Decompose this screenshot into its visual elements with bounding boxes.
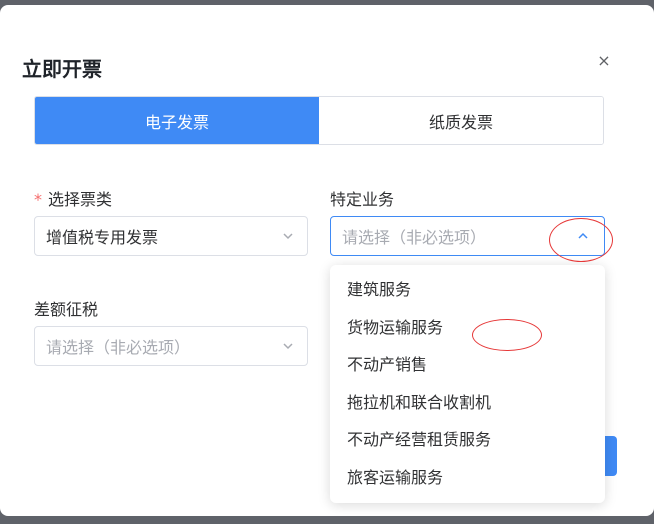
tab-paper-invoice[interactable]: 纸质发票 (319, 97, 603, 144)
ticket-type-value: 增值税专用发票 (46, 228, 159, 247)
ticket-type-label-text: 选择票类 (48, 190, 113, 209)
annotation-circle-chevron (549, 218, 613, 262)
tab-electronic-invoice[interactable]: 电子发票 (35, 97, 319, 144)
difference-tax-select[interactable]: 请选择（非必选项） (34, 326, 308, 366)
close-icon[interactable]: × (596, 53, 612, 69)
required-mark: * (34, 190, 42, 209)
chevron-down-icon (283, 343, 293, 350)
chevron-down-icon (283, 233, 293, 240)
ticket-type-select[interactable]: 增值税专用发票 (34, 216, 308, 256)
ticket-type-label: * 选择票类 (34, 186, 112, 210)
special-business-placeholder: 请选择（非必选项） (342, 228, 487, 247)
difference-tax-placeholder: 请选择（非必选项） (46, 338, 191, 357)
invoice-type-tabs: 电子发票 纸质发票 (34, 96, 604, 145)
option-freight-transport-service[interactable]: 货物运输服务 (330, 309, 605, 347)
dialog-title: 立即开票 (22, 57, 102, 81)
annotation-circle-option (472, 319, 542, 351)
special-business-dropdown: 建筑服务 货物运输服务 不动产销售 拖拉机和联合收割机 不动产经营租赁服务 旅客… (330, 265, 605, 503)
option-passenger-transport-service[interactable]: 旅客运输服务 (330, 459, 605, 497)
option-construction-service[interactable]: 建筑服务 (330, 271, 605, 309)
difference-tax-label: 差额征税 (34, 300, 99, 319)
special-business-label: 特定业务 (330, 190, 395, 209)
option-real-estate-sales[interactable]: 不动产销售 (330, 346, 605, 384)
option-tractor-harvester[interactable]: 拖拉机和联合收割机 (330, 384, 605, 422)
option-real-estate-leasing-service[interactable]: 不动产经营租赁服务 (330, 421, 605, 459)
